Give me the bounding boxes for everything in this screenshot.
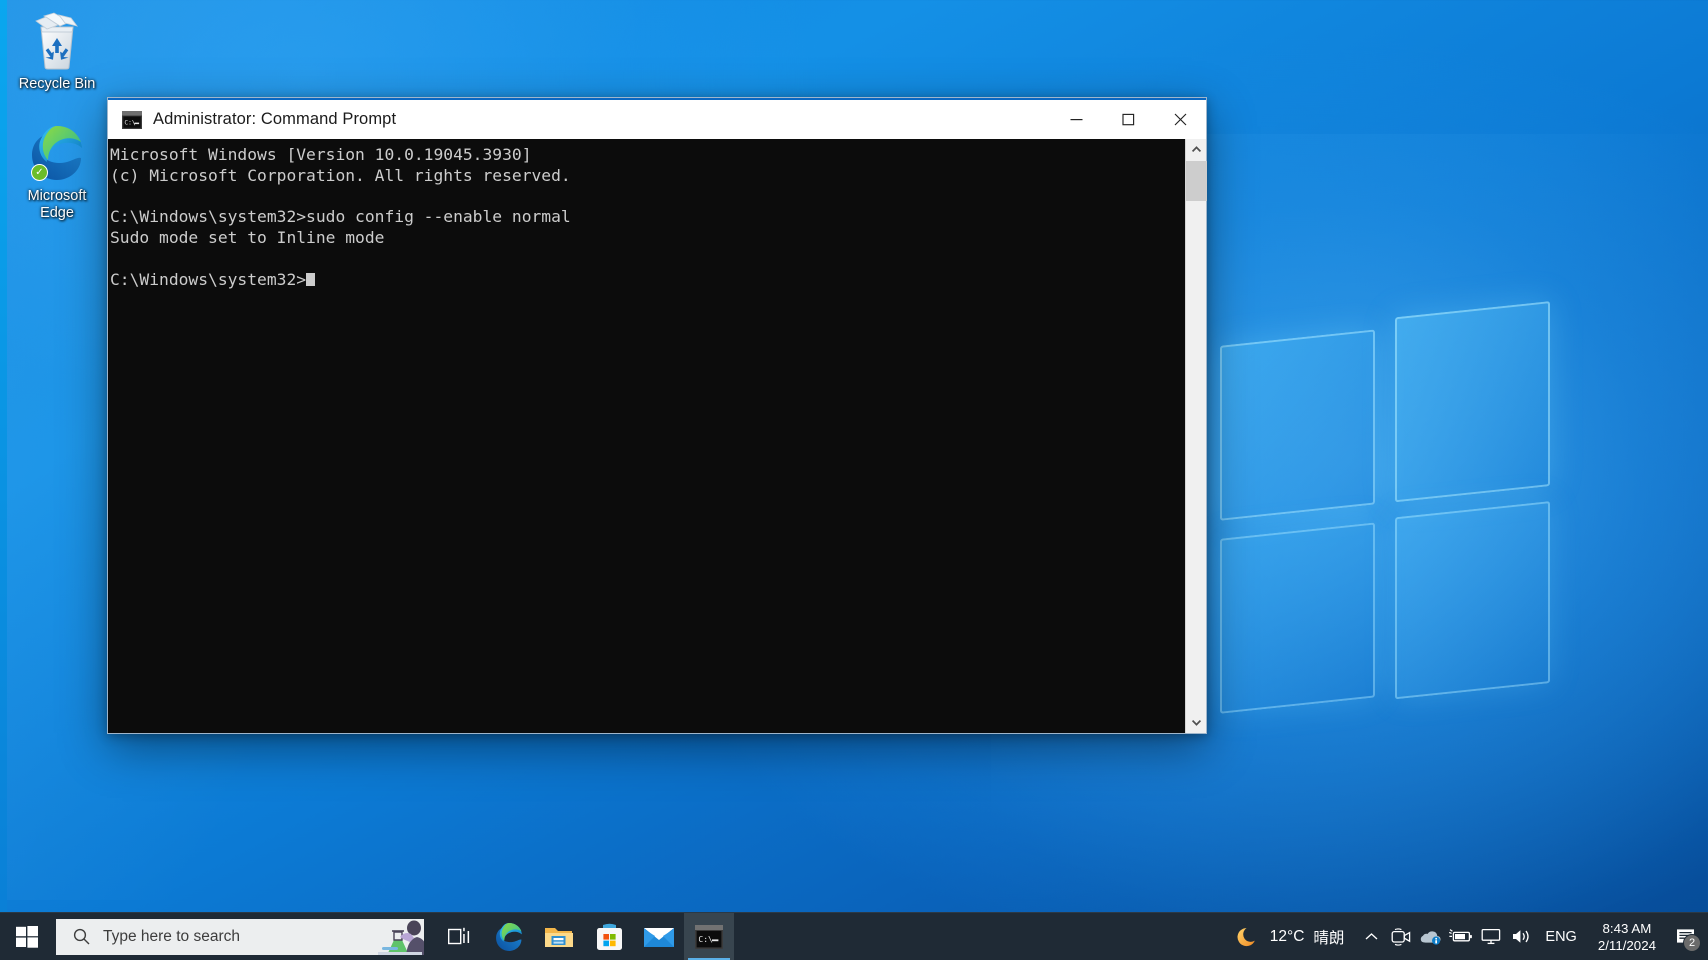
clock-date: 2/11/2024 bbox=[1597, 937, 1656, 953]
microsoft-store-icon bbox=[596, 923, 622, 950]
recycle-bin-icon bbox=[5, 8, 109, 70]
chevron-down-icon bbox=[1192, 720, 1201, 726]
weather-widget[interactable]: 12°C 晴朗 bbox=[1229, 913, 1357, 960]
notification-center-button[interactable]: 2 bbox=[1668, 913, 1704, 960]
language-indicator[interactable]: ENG bbox=[1536, 913, 1585, 960]
system-tray: 12°C 晴朗 ENG 8:43 AM 2/11/2024 2 bbox=[1229, 913, 1708, 960]
svg-text:C:\: C:\ bbox=[698, 935, 713, 944]
tray-icon-camera[interactable] bbox=[1386, 913, 1416, 960]
tray-icon-onedrive[interactable] bbox=[1416, 913, 1446, 960]
close-icon bbox=[1174, 113, 1186, 126]
microsoft-edge-icon bbox=[496, 922, 522, 951]
svg-text:C:\: C:\ bbox=[124, 119, 135, 126]
taskbar-button-microsoft-edge[interactable] bbox=[484, 913, 534, 960]
weather-description: 晴朗 bbox=[1313, 929, 1345, 947]
taskbar-button-microsoft-store[interactable] bbox=[584, 913, 634, 960]
taskbar-button-file-explorer[interactable] bbox=[534, 913, 584, 960]
minimize-button[interactable] bbox=[1050, 99, 1102, 140]
console-line: Microsoft Windows [Version 10.0.19045.39… bbox=[110, 145, 532, 164]
network-icon bbox=[1481, 928, 1501, 945]
console-prompt-line: C:\Windows\system32> bbox=[110, 269, 307, 289]
battery-icon bbox=[1449, 929, 1473, 942]
console-cursor bbox=[306, 272, 316, 286]
onedrive-icon bbox=[1421, 930, 1441, 945]
command-prompt-icon: C:\ bbox=[122, 110, 142, 129]
taskbar-button-mail[interactable] bbox=[634, 913, 684, 960]
taskbar-button-task-view[interactable] bbox=[434, 913, 484, 960]
desktop-icon-label-line2: Edge bbox=[40, 205, 74, 221]
sync-check-badge: ✓ bbox=[31, 164, 48, 181]
console-line: Sudo mode set to Inline mode bbox=[110, 228, 385, 248]
mail-icon bbox=[644, 928, 674, 947]
window-controls bbox=[1050, 99, 1206, 140]
search-input[interactable]: Type here to search bbox=[56, 918, 424, 955]
scrollbar-up-button[interactable] bbox=[1186, 139, 1207, 160]
chevron-up-icon bbox=[1192, 146, 1201, 152]
search-illustration bbox=[378, 920, 424, 955]
file-explorer-icon bbox=[545, 927, 573, 947]
volume-icon bbox=[1513, 930, 1530, 943]
desktop-icon-label-line1: Microsoft bbox=[27, 188, 87, 204]
minimize-icon bbox=[1070, 119, 1082, 121]
search-placeholder: Type here to search bbox=[103, 927, 240, 945]
taskbar-button-command-prompt[interactable]: C:\ bbox=[684, 912, 734, 960]
weather-temperature: 12°C bbox=[1269, 927, 1305, 945]
clock-time: 8:43 AM bbox=[1602, 920, 1652, 936]
notification-badge: 2 bbox=[1683, 933, 1701, 952]
moon-icon bbox=[1237, 927, 1255, 946]
maximize-icon bbox=[1121, 113, 1134, 126]
window-title: Administrator: Command Prompt bbox=[153, 110, 397, 128]
windows-logo-icon bbox=[16, 925, 38, 948]
clock[interactable]: 8:43 AM 2/11/2024 bbox=[1586, 913, 1668, 960]
tray-overflow-button[interactable] bbox=[1356, 913, 1386, 960]
windows-logo-wallpaper bbox=[1190, 301, 1550, 739]
desktop-icon-microsoft-edge[interactable]: ✓ Microsoft Edge bbox=[5, 120, 109, 222]
desktop-icon-label: Recycle Bin bbox=[18, 76, 96, 92]
search-icon bbox=[73, 928, 90, 945]
maximize-button[interactable] bbox=[1102, 99, 1154, 140]
chevron-up-icon bbox=[1365, 933, 1378, 940]
desktop-icon-recycle-bin[interactable]: Recycle Bin bbox=[5, 8, 109, 93]
console-scrollbar[interactable] bbox=[1185, 139, 1207, 733]
tray-icon-battery[interactable] bbox=[1446, 913, 1476, 960]
command-prompt-icon: C:\ bbox=[695, 924, 723, 949]
command-prompt-window[interactable]: C:\ Administrator: Command Prompt Micros… bbox=[107, 97, 1207, 734]
window-titlebar[interactable]: C:\ Administrator: Command Prompt bbox=[108, 98, 1206, 139]
console-body[interactable]: Microsoft Windows [Version 10.0.19045.39… bbox=[108, 139, 1206, 733]
scrollbar-down-button[interactable] bbox=[1186, 712, 1207, 733]
taskbar: Type here to search C:\ 12°C 晴朗 ENG 8:43… bbox=[0, 912, 1708, 960]
console-line: C:\Windows\system32>sudo config --enable… bbox=[110, 207, 571, 227]
start-button[interactable] bbox=[0, 913, 54, 960]
tray-icon-network[interactable] bbox=[1476, 913, 1506, 960]
scrollbar-thumb[interactable] bbox=[1186, 161, 1207, 201]
console-output: Microsoft Windows [Version 10.0.19045.39… bbox=[110, 145, 1184, 733]
console-line: (c) Microsoft Corporation. All rights re… bbox=[110, 165, 571, 185]
microsoft-edge-icon: ✓ bbox=[5, 120, 109, 182]
tray-icon-volume[interactable] bbox=[1506, 913, 1536, 960]
task-view-icon bbox=[448, 927, 470, 944]
close-button[interactable] bbox=[1154, 99, 1206, 140]
camera-icon bbox=[1391, 927, 1411, 946]
